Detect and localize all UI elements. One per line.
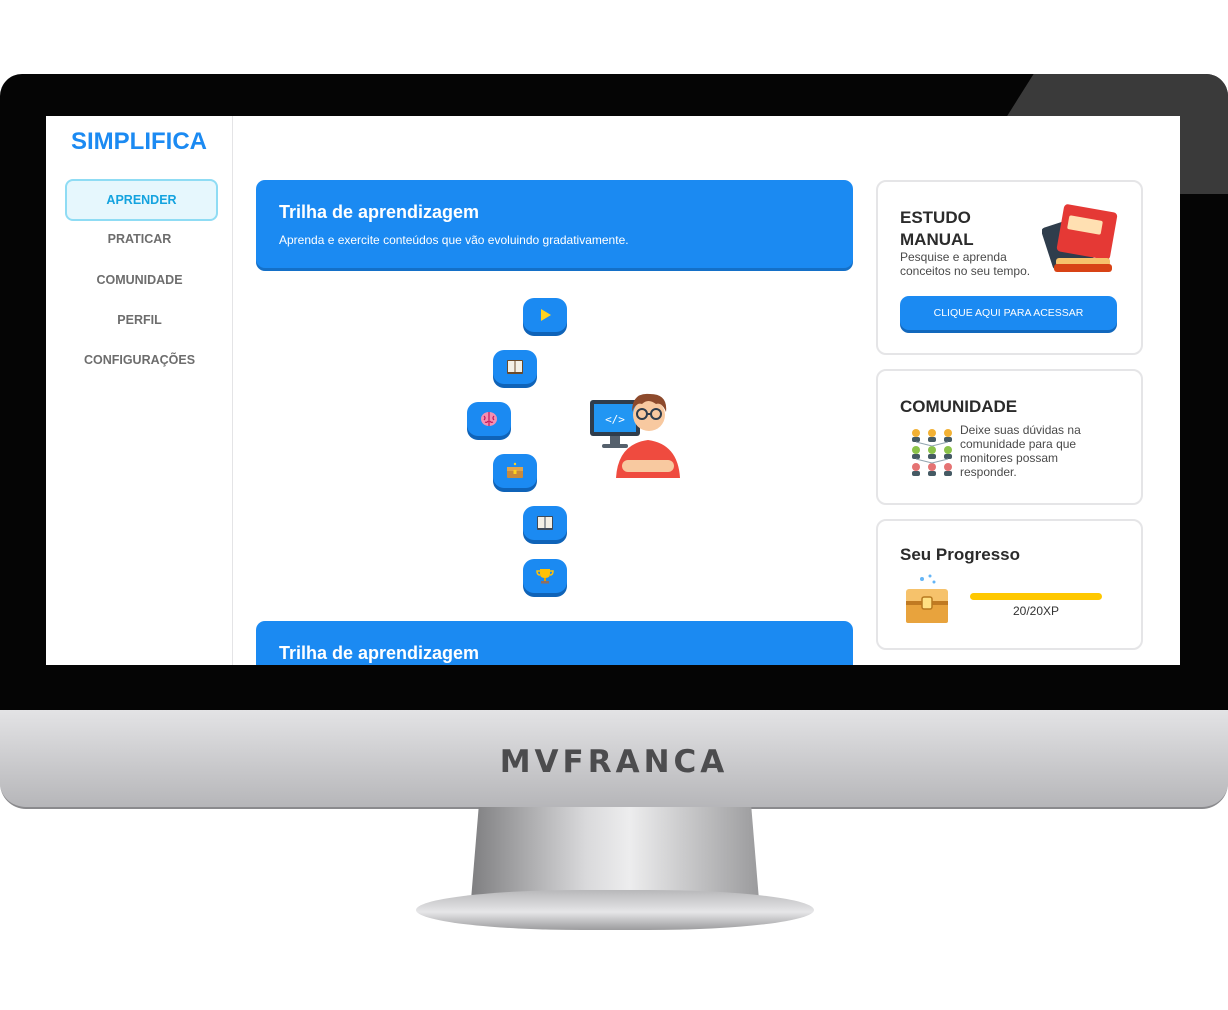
study-title-line2: MANUAL (900, 230, 974, 249)
progress-card: Seu Progresso 20/20XP (876, 519, 1143, 650)
xp-label: 20/20XP (1012, 604, 1060, 618)
community-text-line1: Deixe suas dúvidas na (960, 423, 1081, 437)
people-network-icon (912, 429, 952, 476)
trail-banner[interactable]: Trilha de aprendizagem Aprenda e exercit… (256, 180, 853, 268)
book-icon (537, 516, 553, 530)
path-node-chest[interactable] (493, 454, 537, 488)
community-text-line4: responder. (960, 465, 1017, 479)
treasure-chest-icon (906, 574, 948, 623)
play-icon (541, 309, 551, 321)
app-logo: SIMPLIFICA (71, 128, 207, 155)
community-card: COMUNIDADE Deixe suas dúvidas na comunid… (876, 369, 1143, 505)
trail-banner-2[interactable]: Trilha de aprendizagem (256, 621, 853, 665)
path-node-brain[interactable] (467, 402, 511, 436)
trail-title: Trilha de aprendizagem (279, 202, 480, 222)
chest-icon (507, 462, 523, 478)
path-node-play[interactable] (523, 298, 567, 332)
study-text-line1: Pesquise e aprenda (900, 250, 1007, 264)
nav-configuracoes[interactable]: CONFIGURAÇÕES (65, 341, 214, 379)
study-text-line2: conceitos no seu tempo. (900, 264, 1031, 278)
study-card: ESTUDO MANUAL Pesquise e aprenda conceit… (876, 180, 1143, 355)
access-study-button[interactable]: CLIQUE AQUI PARA ACESSAR (900, 296, 1117, 330)
path-node-book[interactable] (493, 350, 537, 384)
community-title: COMUNIDADE (900, 397, 1018, 416)
trail-title-2: Trilha de aprendizagem (279, 643, 480, 663)
monitor-brand: MVFRANCA (499, 744, 729, 780)
nav-praticar[interactable]: PRATICAR (65, 220, 214, 258)
progress-bar (970, 593, 1102, 600)
nav-perfil[interactable]: PERFIL (65, 301, 214, 339)
community-text-line2: comunidade para que (960, 437, 1077, 451)
brain-icon (481, 412, 497, 426)
path-node-book-2[interactable] (523, 506, 567, 540)
trophy-icon (536, 569, 554, 584)
svg-text:</>: </> (605, 413, 625, 426)
community-text-line3: monitores possam (960, 451, 1059, 465)
sidebar: SIMPLIFICA APRENDER PRATICAR COMUNIDADE … (46, 116, 233, 665)
trail-subtitle: Aprenda e exercite conteúdos que vão evo… (279, 233, 629, 247)
books-icon (1042, 204, 1118, 272)
study-title-line1: ESTUDO (900, 208, 971, 227)
developer-illustration: </> (590, 393, 680, 478)
nav-comunidade[interactable]: COMUNIDADE (65, 261, 214, 299)
app-screen: SIMPLIFICA APRENDER PRATICAR COMUNIDADE … (46, 116, 1180, 665)
progress-title: Seu Progresso (900, 545, 1020, 564)
path-node-trophy[interactable] (523, 559, 567, 593)
book-icon (507, 360, 523, 374)
monitor-stand-foot (416, 890, 814, 930)
nav-aprender[interactable]: APRENDER (65, 179, 218, 221)
